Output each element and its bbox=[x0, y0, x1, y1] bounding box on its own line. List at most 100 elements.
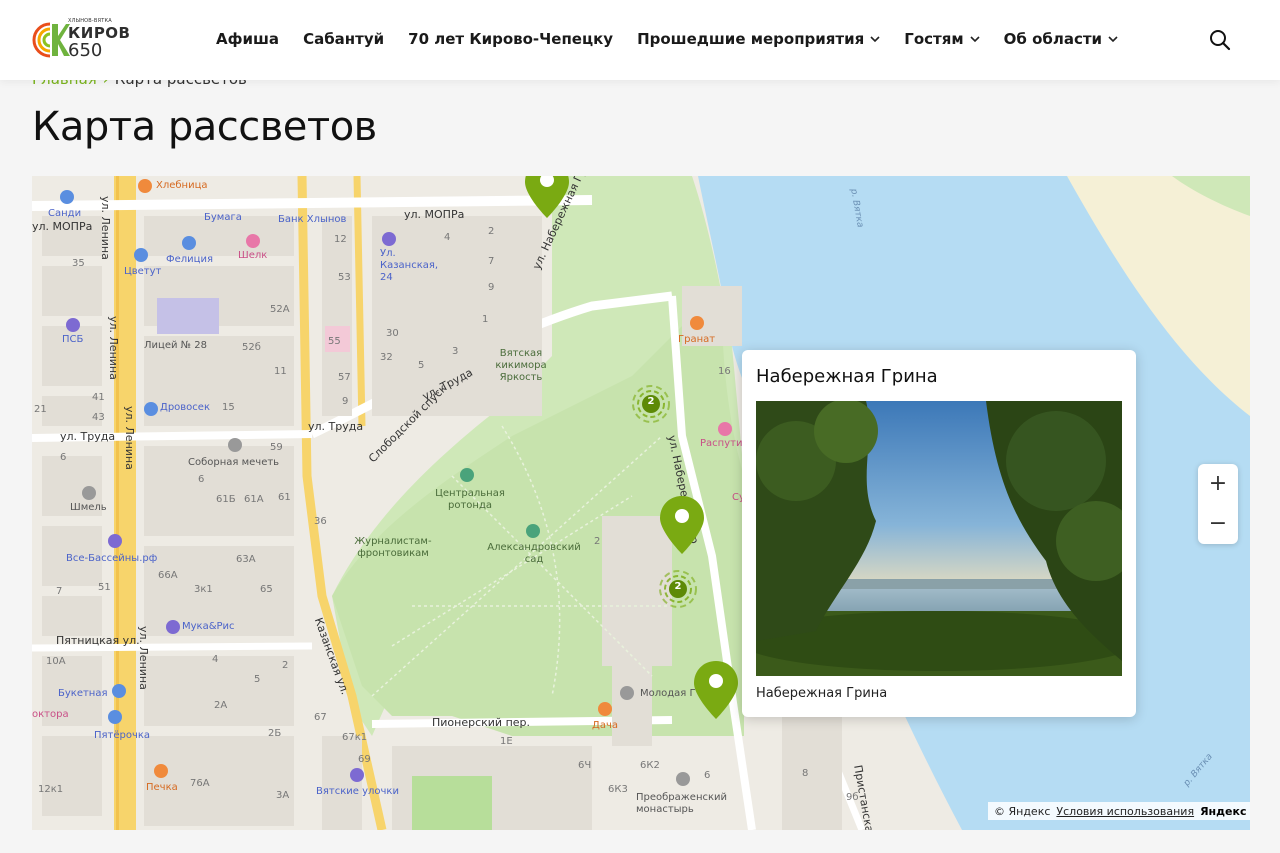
house-number: 36 bbox=[314, 516, 327, 527]
food-icon[interactable] bbox=[166, 620, 180, 634]
sunrise-point-pin[interactable] bbox=[692, 659, 740, 721]
house-number: 4 bbox=[444, 232, 451, 243]
poi-label: Санди bbox=[48, 208, 82, 219]
sunrise-photo bbox=[756, 401, 1122, 676]
house-number: 35 bbox=[72, 258, 85, 269]
nav-item-past-events[interactable]: Прошедшие мероприятия bbox=[637, 30, 880, 48]
shop-icon[interactable] bbox=[60, 190, 74, 204]
cafe-icon[interactable] bbox=[154, 764, 168, 778]
yandex-copyright: © Яндекс bbox=[994, 804, 1051, 818]
house-number: 7 bbox=[56, 586, 63, 597]
poi-label: Александровский сад bbox=[487, 542, 581, 565]
hotel-icon[interactable] bbox=[350, 768, 364, 782]
house-number: 2Б bbox=[268, 728, 282, 739]
nav-item-guests[interactable]: Гостям bbox=[904, 30, 980, 48]
popup-photo[interactable] bbox=[756, 401, 1122, 676]
park-icon[interactable] bbox=[526, 524, 540, 538]
house-number: 65 bbox=[260, 584, 273, 595]
nav-label: Гостям bbox=[904, 30, 964, 48]
zoom-out-button[interactable]: − bbox=[1198, 504, 1238, 544]
museum-icon[interactable] bbox=[382, 232, 396, 246]
star-icon[interactable] bbox=[460, 468, 474, 482]
poi-label: ПСБ bbox=[62, 334, 84, 345]
poi-label: Шелк bbox=[238, 250, 268, 261]
place-popup[interactable]: Набережная Грина Набережная Грина bbox=[742, 350, 1136, 717]
main-nav: Афиша Сабантуй 70 лет Кирово-Чепецку Про… bbox=[216, 30, 1142, 48]
shop-icon[interactable] bbox=[108, 534, 122, 548]
nav-item-about-region[interactable]: Об области bbox=[1004, 30, 1118, 48]
house-number: 55 bbox=[328, 336, 341, 347]
house-number: 16 bbox=[718, 366, 731, 377]
poi-label: октора bbox=[32, 709, 69, 720]
flag-icon[interactable] bbox=[620, 686, 634, 700]
flower-icon[interactable] bbox=[134, 248, 148, 262]
site-logo[interactable]: ХЛЫНОВ-ВЯТКА КИРОВ 650 bbox=[30, 18, 130, 62]
poi-label: Цветут bbox=[124, 266, 162, 277]
map-copyright: © Яндекс Условия использования Яндекс bbox=[988, 802, 1250, 820]
cluster-count: 2 bbox=[647, 396, 655, 407]
poi-label: Преображенский монастырь bbox=[636, 792, 728, 815]
chevron-down-icon bbox=[970, 36, 980, 43]
bank-icon[interactable] bbox=[66, 318, 80, 332]
logo-number: 650 bbox=[68, 40, 103, 61]
logo-mark-icon bbox=[32, 22, 70, 58]
nav-item-kirovo-chepetsk[interactable]: 70 лет Кирово-Чепецку bbox=[408, 30, 613, 48]
shop-icon[interactable] bbox=[82, 486, 96, 500]
cafe-icon[interactable] bbox=[690, 316, 704, 330]
sunrise-point-pin[interactable] bbox=[523, 176, 571, 220]
pin-cluster[interactable]: 2 bbox=[658, 569, 698, 609]
poi-label: Лицей № 28 bbox=[144, 340, 207, 351]
street-label: ул. Ленина bbox=[99, 196, 112, 260]
beauty-icon[interactable] bbox=[718, 422, 732, 436]
popup-title: Набережная Грина bbox=[756, 366, 938, 387]
poi-label: Фелиция bbox=[166, 254, 213, 265]
cluster-count: 2 bbox=[674, 581, 682, 592]
street-label: ул. Труда bbox=[60, 430, 116, 443]
house-number: 69 bbox=[358, 754, 371, 765]
nav-item-afisha[interactable]: Афиша bbox=[216, 30, 279, 48]
pharmacy-icon[interactable] bbox=[182, 236, 196, 250]
house-number: 57 bbox=[338, 372, 351, 383]
house-number: 43 bbox=[92, 412, 105, 423]
house-number: 6Ч bbox=[578, 760, 592, 771]
nav-item-sabantuy[interactable]: Сабантуй bbox=[303, 30, 384, 48]
poi-label: Распути bbox=[700, 438, 743, 449]
zoom-in-button[interactable]: + bbox=[1198, 464, 1238, 504]
flower-icon[interactable] bbox=[112, 684, 126, 698]
street-label: Пионерский пер. bbox=[432, 716, 531, 729]
poi-label: Вятские улочки bbox=[316, 786, 399, 797]
cart-icon[interactable] bbox=[108, 710, 122, 724]
zoom-control: + − bbox=[1198, 464, 1238, 544]
page-title: Карта рассветов bbox=[32, 104, 377, 150]
house-number: 3 bbox=[452, 346, 459, 357]
mosque-icon[interactable] bbox=[228, 438, 242, 452]
pin-cluster[interactable]: 2 bbox=[631, 384, 671, 424]
poi-label: Журналистам-фронтовикам bbox=[354, 536, 432, 559]
beauty-icon[interactable] bbox=[246, 234, 260, 248]
yandex-logo[interactable]: Яндекс bbox=[1200, 805, 1246, 818]
cafe-icon[interactable] bbox=[598, 702, 612, 716]
house-number: 9 bbox=[342, 396, 349, 407]
bakery-icon[interactable] bbox=[138, 179, 152, 193]
sunrise-map[interactable]: ул. МОПРа ул. МОПРа ул. Ленина ул. Ленин… bbox=[32, 176, 1250, 830]
house-number: 6К2 bbox=[640, 760, 660, 771]
house-number: 8 bbox=[802, 768, 809, 779]
house-number: 6К3 bbox=[608, 784, 628, 795]
terms-link[interactable]: Условия использования bbox=[1056, 805, 1194, 818]
house-number: 5 bbox=[418, 360, 425, 371]
search-icon[interactable] bbox=[1208, 28, 1232, 52]
house-number: 67 bbox=[314, 712, 327, 723]
poi-label: Бумага bbox=[204, 212, 242, 223]
house-number: 53 bbox=[338, 272, 351, 283]
popup-caption: Набережная Грина bbox=[756, 686, 888, 701]
house-number: 6 bbox=[198, 474, 205, 485]
street-label: ул. Труда bbox=[308, 420, 364, 433]
street-label: ул. МОПРа bbox=[32, 220, 93, 233]
church-icon[interactable] bbox=[676, 772, 690, 786]
nav-label: Сабантуй bbox=[303, 30, 385, 48]
house-number: 1 bbox=[482, 314, 489, 325]
site-header: ХЛЫНОВ-ВЯТКА КИРОВ 650 Афиша Сабантуй 70… bbox=[0, 0, 1280, 80]
sunrise-point-pin[interactable] bbox=[658, 494, 706, 556]
cart-icon[interactable] bbox=[144, 402, 158, 416]
house-number: 7 bbox=[488, 256, 495, 267]
